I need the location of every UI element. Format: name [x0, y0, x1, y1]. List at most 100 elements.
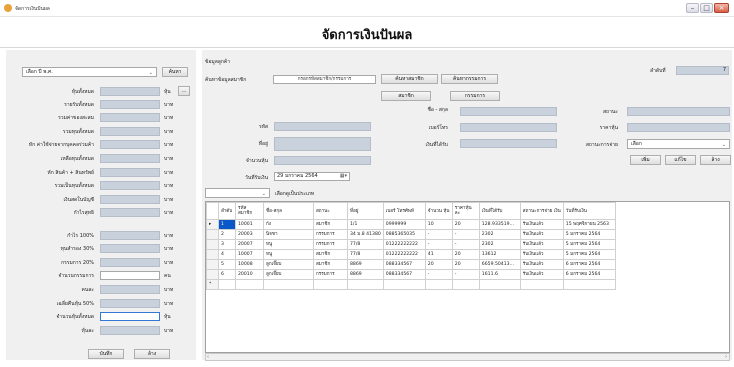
column-header[interactable]: สถานะ	[313, 202, 348, 220]
column-header[interactable]: วันที่รับเงิน	[562, 202, 616, 220]
new-row[interactable]: *	[206, 279, 616, 290]
table-cell[interactable]: 01222222222	[382, 249, 426, 260]
table-cell[interactable]: 8869	[347, 259, 384, 270]
calendar-icon[interactable]: ▦▾	[340, 173, 347, 180]
save-button[interactable]: บันทึก	[88, 349, 124, 359]
table-cell[interactable]: 10008	[235, 259, 264, 270]
table-row[interactable]: 2 20003 นิจชา กรรมการ 34 ม.8 41380 0885365035…	[206, 229, 616, 240]
type-filter-select[interactable]: ⌄	[205, 188, 270, 198]
table-cell[interactable]: 20	[451, 249, 480, 260]
table-cell[interactable]: 10007	[235, 249, 264, 260]
maximize-button[interactable]: □	[700, 3, 713, 13]
table-cell[interactable]: รับเงินแล้ว	[519, 239, 564, 250]
table-cell[interactable]	[562, 279, 616, 290]
scroll-right-icon[interactable]: ›	[725, 354, 727, 360]
field-input[interactable]	[100, 271, 160, 280]
row-selector[interactable]	[206, 239, 219, 250]
table-cell[interactable]	[424, 279, 453, 290]
column-header[interactable]: สถานะการจ่าย เงิน	[519, 202, 564, 220]
table-cell[interactable]: 5 มกราคม 2564	[562, 249, 616, 260]
field-input[interactable]	[100, 312, 160, 321]
new-row-selector[interactable]: *	[206, 279, 219, 290]
horizontal-scrollbar[interactable]: ‹ ›	[205, 353, 730, 361]
table-cell[interactable]: กรรมการ	[313, 229, 348, 240]
table-cell[interactable]: กรรมการ	[313, 269, 348, 280]
browse-shares-button[interactable]: ...	[178, 86, 190, 96]
table-row[interactable]: ▸ 1 10001 ก้ง สมาชิก 1/1 0999999 10 20 128.933519…	[206, 219, 616, 230]
table-cell[interactable]: -	[451, 239, 480, 250]
table-cell[interactable]: 6 มกราคม 2564	[562, 269, 616, 280]
row-selector[interactable]	[206, 229, 219, 240]
table-cell[interactable]	[451, 279, 480, 290]
table-cell[interactable]: 10	[424, 219, 453, 230]
tab-committee[interactable]: กรรมการ	[450, 91, 500, 101]
column-header[interactable]: รหัส สมาชิก	[235, 202, 264, 220]
search-year-button[interactable]: ค้นหา	[162, 67, 188, 77]
close-button[interactable]: ×	[714, 3, 729, 13]
clear-left-button[interactable]: ล้าง	[134, 349, 170, 359]
scroll-left-icon[interactable]: ‹	[207, 354, 209, 360]
table-cell[interactable]: -	[451, 269, 480, 280]
table-row[interactable]: 6 20010 ลูกเจี๊ยบ กรรมการ 8869 088334567- -161…	[206, 269, 616, 280]
table-cell[interactable]: 1611.6	[478, 269, 521, 280]
table-cell[interactable]: 77/8	[347, 239, 384, 250]
table-cell[interactable]: ลูกเจี๊ยบ	[263, 269, 314, 280]
table-cell[interactable]: -	[424, 269, 453, 280]
table-cell[interactable]: ก้ง	[263, 219, 314, 230]
table-cell[interactable]: 34 ม.8 41380	[347, 229, 384, 240]
column-header[interactable]: จำนวน หุ้น	[424, 202, 453, 220]
table-row[interactable]: 4 10007 หนู สมาชิก 77/8 01222222222 41 20 13612 ร…	[206, 249, 616, 260]
table-cell[interactable]	[347, 279, 384, 290]
table-cell[interactable]: 6 มกราคม 2564	[562, 259, 616, 270]
table-cell[interactable]: 088334567	[382, 269, 426, 280]
table-cell[interactable]: สมาชิก	[313, 259, 348, 270]
table-cell[interactable]: 20	[451, 219, 480, 230]
date-picker[interactable]: 29 มกราคม 2564 ▦▾	[274, 172, 350, 181]
table-cell[interactable]: 5 มกราคม 2564	[562, 239, 616, 250]
table-cell[interactable]	[382, 279, 426, 290]
table-row[interactable]: 3 20007 หนู กรรมการ 77/8 01222222222- -2302 รับ…	[206, 239, 616, 250]
table-cell[interactable]: 6	[218, 269, 236, 280]
table-cell[interactable]: 20	[451, 259, 480, 270]
column-header[interactable]: ที่อยู่	[347, 202, 384, 220]
table-cell[interactable]: 2302	[478, 239, 521, 250]
table-cell[interactable]: 01222222222	[382, 239, 426, 250]
table-cell[interactable]: รับเงินแล้ว	[519, 249, 564, 260]
table-cell[interactable]: 20003	[235, 229, 264, 240]
column-header[interactable]: ราคาหุ้น ละ	[451, 202, 480, 220]
add-button[interactable]: เพิ่ม	[630, 155, 661, 165]
clear-button[interactable]: ล้าง	[700, 155, 731, 165]
table-cell[interactable]: 3	[218, 239, 236, 250]
table-cell[interactable]: 0999999	[382, 219, 426, 230]
row-selector[interactable]	[206, 249, 219, 260]
column-header[interactable]: ชื่อ-สกุล	[263, 202, 314, 220]
search-member-button[interactable]: ค้นหาสมาชิก	[381, 74, 438, 84]
table-cell[interactable]: 088334567	[382, 259, 426, 270]
table-cell[interactable]: กรรมการ	[313, 239, 348, 250]
table-cell[interactable]: 128.933519...	[478, 219, 521, 230]
table-cell[interactable]: 1	[218, 219, 236, 230]
table-cell[interactable]: 5	[218, 259, 236, 270]
table-cell[interactable]	[235, 279, 264, 290]
table-cell[interactable]: 6659.50413...	[478, 259, 521, 270]
table-cell[interactable]: 15 พฤศจิกายน 2563	[562, 219, 616, 230]
table-cell[interactable]: หนู	[263, 249, 314, 260]
table-cell[interactable]: 13612	[478, 249, 521, 260]
row-selector[interactable]	[206, 259, 219, 270]
table-cell[interactable]: 10001	[235, 219, 264, 230]
table-cell[interactable]: รับเงินแล้ว	[519, 219, 564, 230]
table-cell[interactable]: 5 มกราคม 2564	[562, 229, 616, 240]
table-cell[interactable]: 20007	[235, 239, 264, 250]
member-search-input[interactable]: กรอกรหัสสมาชิก/กรรมการ	[273, 75, 376, 84]
table-cell[interactable]: นิจชา	[263, 229, 314, 240]
pay-status-select[interactable]: เลือก ⌄	[627, 139, 730, 149]
table-cell[interactable]	[478, 279, 521, 290]
table-cell[interactable]: 2	[218, 229, 236, 240]
table-cell[interactable]: รับเงินแล้ว	[519, 269, 564, 280]
table-cell[interactable]: 2302	[478, 229, 521, 240]
table-cell[interactable]	[519, 279, 564, 290]
table-cell[interactable]: 0885365035	[382, 229, 426, 240]
edit-button[interactable]: แก้ไข	[665, 155, 696, 165]
dividend-grid[interactable]: ลำดับ รหัส สมาชิก ชื่อ-สกุล สถานะ ที่อยู่ เบอ…	[205, 201, 730, 353]
table-cell[interactable]: 4	[218, 249, 236, 260]
